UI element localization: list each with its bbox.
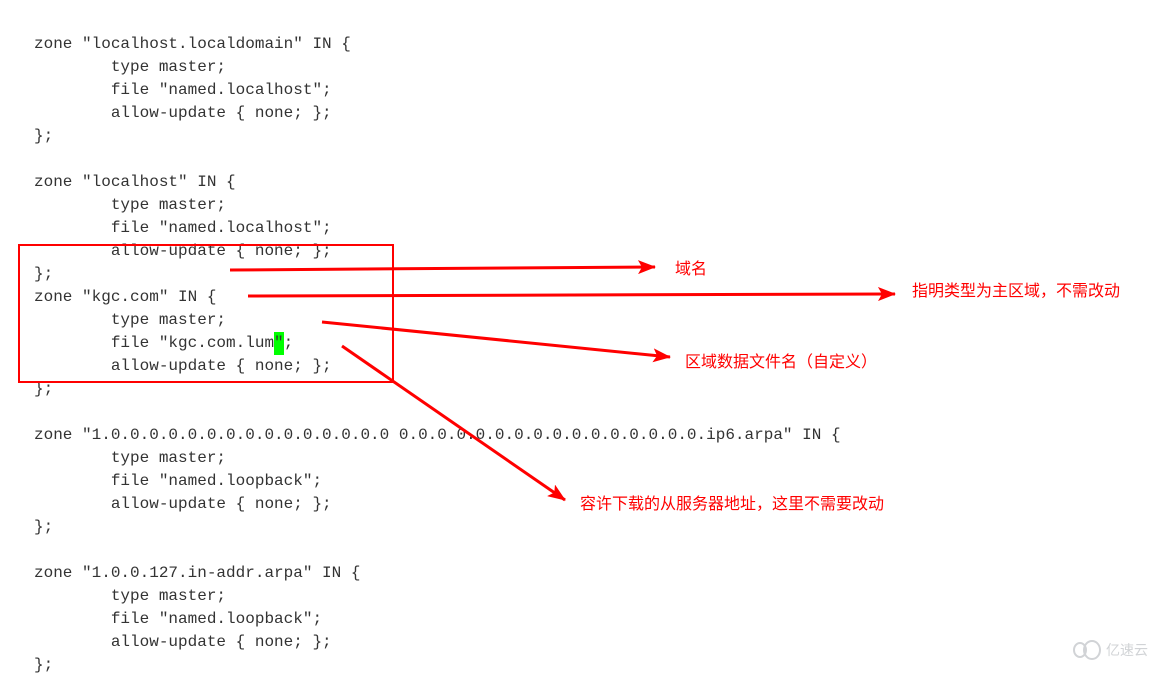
code-line: zone "1.0.0.127.in-addr.arpa" IN { (34, 564, 360, 582)
code-text: 0 (380, 426, 390, 444)
code-line: type master; (34, 196, 226, 214)
code-line: allow-update { none; }; (34, 633, 332, 651)
code-line: zone "localhost.localdomain" IN { (34, 35, 351, 53)
code-text: 0.0.0.0.0.0.0.0.0.0.0.0.0.0.0.0.ip6.arpa… (389, 426, 840, 444)
code-line: file "named.loopback"; (34, 472, 322, 490)
code-line: type master; (34, 587, 226, 605)
code-line: type master; (34, 311, 226, 329)
code-text: IN { (178, 288, 216, 306)
code-line: }; (34, 656, 53, 674)
code-line: type master; (34, 449, 226, 467)
code-line: allow-update { none; }; (34, 242, 332, 260)
code-text: file "kgc.com.lum (34, 334, 274, 352)
code-line: }; (34, 265, 53, 283)
code-text: ; (284, 334, 294, 352)
editor-cursor: " (274, 332, 284, 355)
code-line: }; (34, 127, 53, 145)
code-line: }; (34, 380, 53, 398)
annotation-domain: 域名 (675, 255, 707, 279)
watermark: 亿速云 (1070, 635, 1158, 665)
annotation-type-master: 指明类型为主区域，不需改动 (912, 281, 1120, 303)
code-line: allow-update { none; }; (34, 104, 332, 122)
code-text: zone "1.0.0.0.0.0.0.0.0.0.0.0.0.0.0. (34, 426, 380, 444)
config-code-block: zone "localhost.localdomain" IN { type m… (0, 0, 875, 687)
code-line: type master; (34, 58, 226, 76)
code-line: file "named.localhost"; (34, 219, 332, 237)
code-line: }; (34, 518, 53, 536)
code-line: allow-update { none; }; (34, 357, 332, 375)
code-line: zone "localhost" IN { (34, 173, 236, 191)
annotation-file-name: 区域数据文件名（自定义） (685, 348, 877, 372)
code-line: allow-update { none; }; (34, 495, 332, 513)
annotation-allow-update: 容许下载的从服务器地址，这里不需要改动 (580, 490, 884, 514)
code-line: zone "1.0.0.0.0.0.0.0.0.0.0.0.0.0.0.0 0.… (34, 426, 841, 444)
code-text: zone "kgc.com" (34, 288, 178, 306)
watermark-text: 亿速云 (1106, 642, 1148, 658)
code-line: file "named.localhost"; (34, 81, 332, 99)
code-line: zone "kgc.com" IN { (34, 288, 216, 306)
code-line: file "named.loopback"; (34, 610, 322, 628)
code-line: file "kgc.com.lum"; (34, 334, 293, 352)
